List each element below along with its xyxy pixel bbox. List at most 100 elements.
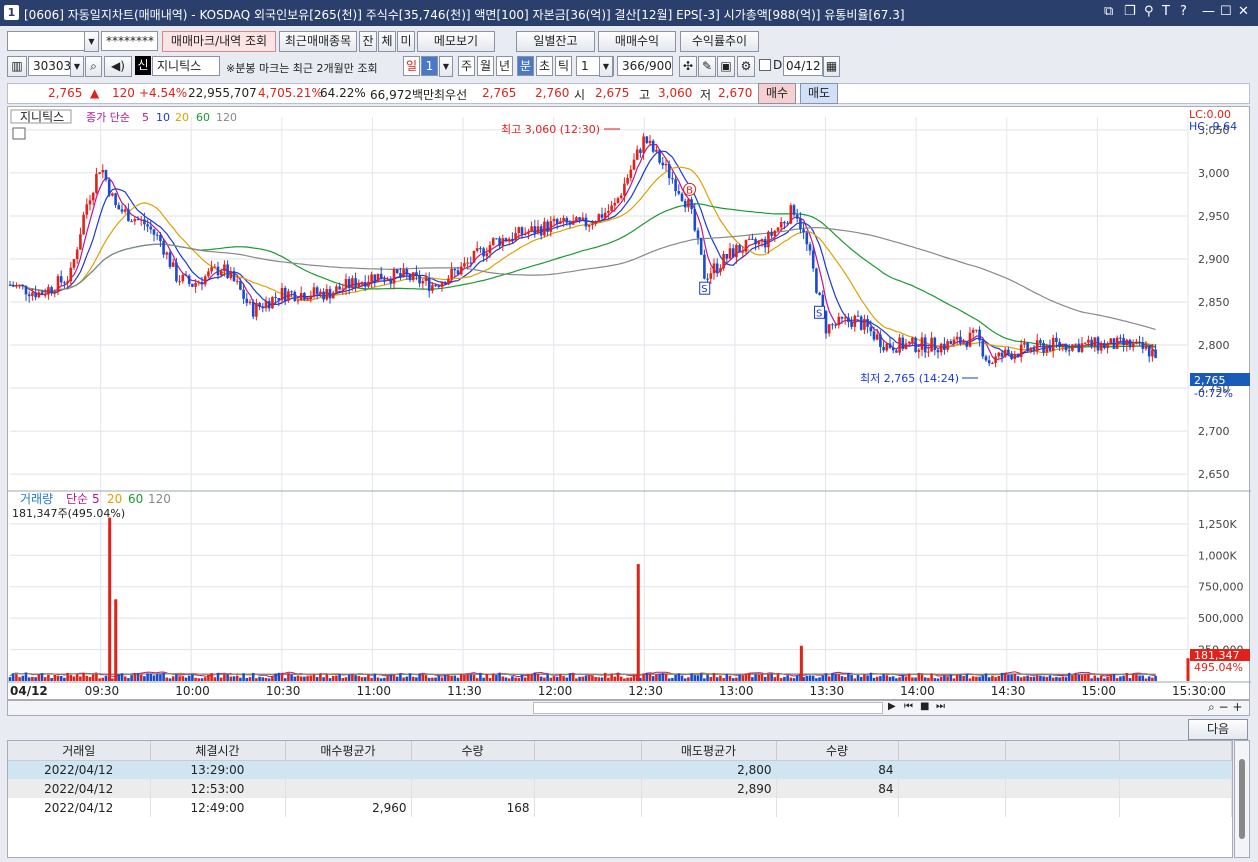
chart-scrollbar[interactable]: ▶ ⏮ ■ ⏭ ⌕ − + <box>7 700 1250 716</box>
maximize-icon[interactable]: ☐ <box>1220 4 1232 19</box>
zoom-icon[interactable]: ⌕ − + <box>1208 700 1242 715</box>
tools-icon[interactable]: ✣ <box>679 56 697 77</box>
return-trend-button[interactable]: 수익률추이 <box>680 31 759 52</box>
candle-body <box>939 343 943 353</box>
link-icon[interactable]: ⧉ <box>1104 4 1113 19</box>
count-field[interactable]: 366/900 <box>617 56 673 76</box>
candle-body <box>840 316 844 319</box>
unexecuted-button[interactable]: 미 <box>397 31 415 52</box>
settings-gear-icon[interactable]: ⚙ <box>737 56 755 77</box>
copy-icon[interactable]: ❐ <box>1124 4 1136 19</box>
candle-body <box>661 162 665 166</box>
sell-button[interactable]: 매도 <box>800 83 838 104</box>
period-month[interactable]: 월 <box>477 56 494 76</box>
help-icon[interactable]: ? <box>1180 4 1187 19</box>
trade-marker-label: S <box>701 284 707 295</box>
amount: 66,972백만 <box>370 88 435 102</box>
trade-profit-button[interactable]: 매매수익 <box>598 31 676 52</box>
period-dropdown-icon[interactable]: ▼ <box>439 56 453 77</box>
recent-trades-button[interactable]: 최근매매종목 <box>279 31 357 52</box>
volume-bar <box>123 676 127 681</box>
candle-body <box>1032 347 1036 351</box>
volume-bar <box>437 675 441 681</box>
chart-type-icon[interactable]: ▥ <box>7 56 27 77</box>
period-week[interactable]: 주 <box>458 56 475 76</box>
grid-toggle-icon[interactable] <box>12 127 26 140</box>
candle-body <box>331 292 335 299</box>
balance-button[interactable]: 잔 <box>359 31 377 52</box>
period-number[interactable]: 1 <box>421 56 438 76</box>
table-row[interactable]: 2022/04/12 13:29:00 2,800 84 <box>8 760 1232 779</box>
table-cell: 2,960 <box>285 798 412 817</box>
period-tick[interactable]: 틱 <box>555 56 572 76</box>
stop-icon[interactable]: ■ <box>920 701 929 712</box>
candle-body <box>1039 340 1042 344</box>
draw-icon[interactable]: ✎ <box>698 56 716 77</box>
volume-bar <box>293 676 297 681</box>
interval-dropdown-icon[interactable]: ▼ <box>599 56 613 77</box>
volume-bar <box>399 674 402 681</box>
trade-mark-query-button[interactable]: 매매마크/내역 조회 <box>162 31 276 52</box>
code-dropdown-icon[interactable]: ▼ <box>70 56 84 77</box>
vma20-legend: 20 <box>107 492 122 506</box>
volume-bar <box>392 674 396 681</box>
table-row[interactable]: 2022/04/12 12:53:00 2,890 84 <box>8 779 1232 798</box>
candle-body <box>75 249 79 259</box>
volume-bar <box>178 676 181 681</box>
save-icon[interactable]: ▣ <box>717 56 735 77</box>
candle-body <box>786 223 789 225</box>
daily-balance-button[interactable]: 일별잔고 <box>516 31 595 52</box>
candle-body <box>655 149 658 152</box>
candle-body <box>754 239 757 245</box>
volume-bar <box>898 677 901 681</box>
volume-bar <box>8 677 12 681</box>
period-year[interactable]: 년 <box>496 56 513 76</box>
period-second[interactable]: 초 <box>536 56 553 76</box>
d-checkbox[interactable] <box>759 59 771 71</box>
chart-area[interactable]: BSS 2,650 2,700 2,750 2,800 2,850 2,900 2,950 3… <box>7 106 1251 701</box>
minimize-icon[interactable]: — <box>1202 4 1215 19</box>
volume-bar <box>901 674 905 681</box>
chart-svg[interactable]: BSS 2,6502,7002,7502,8002,8502,9002,9503… <box>8 107 1251 701</box>
volume-bar <box>466 674 469 681</box>
volume-bar <box>933 678 937 681</box>
account-dropdown-icon[interactable]: ▼ <box>84 31 99 52</box>
sound-icon[interactable]: ◀) <box>104 56 132 77</box>
scroll-end-icon[interactable]: ⏭ <box>936 701 945 712</box>
memo-button[interactable]: 메모보기 <box>417 31 495 52</box>
volume-bar <box>402 677 405 681</box>
candle-body <box>674 179 677 192</box>
password-field[interactable]: ******** <box>101 31 158 51</box>
font-icon[interactable]: T <box>1162 4 1170 19</box>
date-input[interactable]: 04/12 <box>783 56 823 76</box>
candle-body <box>587 224 591 227</box>
scroll-right-icon[interactable]: ▶ <box>888 701 896 712</box>
candle-body <box>463 263 466 267</box>
scroll-thumb[interactable] <box>533 702 883 714</box>
scroll-start-icon[interactable]: ⏮ <box>904 701 913 712</box>
period-minute[interactable]: 분 <box>517 56 534 76</box>
volume-bar <box>559 674 562 681</box>
table-scrollbar[interactable] <box>1234 740 1250 858</box>
table-row[interactable]: 2022/04/12 12:49:00 2,960 168 <box>8 798 1232 817</box>
candle-body <box>111 193 114 196</box>
pin-icon[interactable]: ⚲ <box>1144 4 1154 19</box>
next-button[interactable]: 다음 <box>1188 719 1248 740</box>
volume-bar <box>632 674 636 681</box>
table-scroll-thumb[interactable] <box>1239 759 1245 839</box>
candle-body <box>1099 342 1103 351</box>
executed-button[interactable]: 체 <box>378 31 396 52</box>
volume-bar <box>1119 676 1122 681</box>
buy-button[interactable]: 매수 <box>758 83 796 104</box>
period-day[interactable]: 일 <box>403 56 420 76</box>
calendar-icon[interactable]: ▦ <box>823 56 840 77</box>
candle-body <box>139 219 143 221</box>
search-icon[interactable]: ⌕ <box>85 56 102 77</box>
candle-body <box>280 287 284 301</box>
volume-spike-bar <box>108 517 112 681</box>
volume: 22,955,707 <box>188 86 257 100</box>
candle-body <box>427 277 431 291</box>
time-tick-label: 12:30 <box>628 684 663 698</box>
volume-legend-label: 단순 <box>66 492 88 506</box>
close-icon[interactable]: ✕ <box>1238 4 1249 19</box>
